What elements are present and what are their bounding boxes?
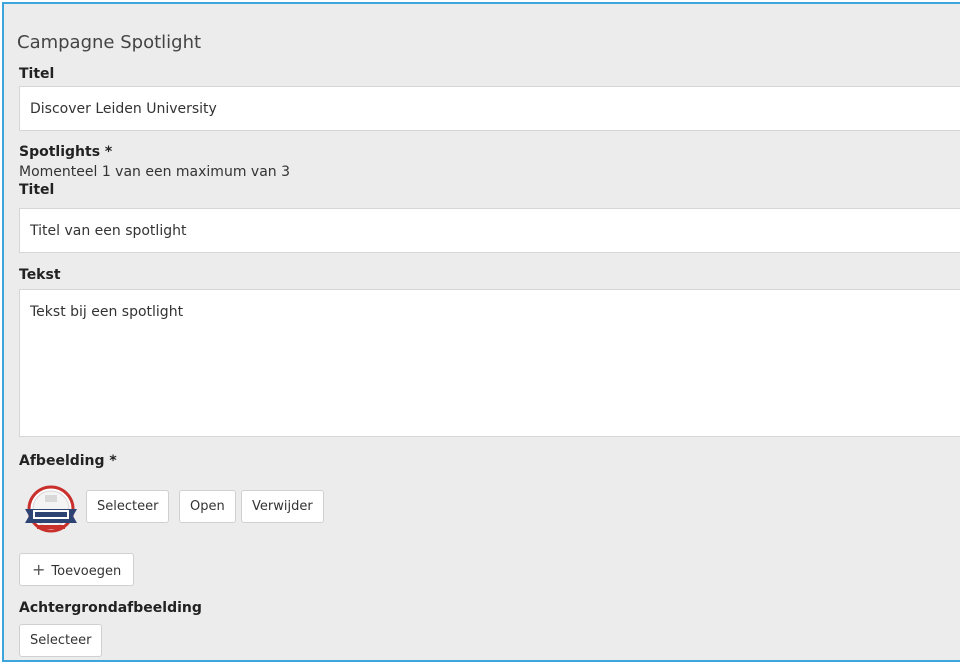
spotlight-text-label: Tekst bbox=[19, 267, 61, 283]
background-image-label: Achtergrondafbeelding bbox=[19, 600, 202, 616]
spotlight-text-textarea[interactable]: Tekst bij een spotlight bbox=[19, 289, 960, 437]
campaign-spotlight-panel: Campagne Spotlight Titel Discover Leiden… bbox=[2, 2, 960, 662]
plus-icon: + bbox=[32, 560, 46, 579]
section-title: Campagne Spotlight bbox=[17, 32, 202, 53]
image-remove-button[interactable]: Verwijder bbox=[241, 490, 324, 523]
add-spotlight-button[interactable]: + Toevoegen bbox=[19, 553, 135, 586]
spotlight-title-label: Titel bbox=[19, 182, 55, 198]
image-open-button[interactable]: Open bbox=[179, 490, 236, 523]
background-select-button[interactable]: Selecteer bbox=[19, 624, 103, 657]
spotlight-title-input[interactable]: Titel van een spotlight bbox=[19, 208, 960, 253]
add-spotlight-label: Toevoegen bbox=[51, 564, 122, 579]
spotlights-count-text: Momenteel 1 van een maximum van 3 bbox=[19, 164, 291, 180]
image-thumbnail bbox=[25, 485, 77, 533]
image-select-button[interactable]: Selecteer bbox=[86, 490, 170, 523]
spotlights-label: Spotlights * bbox=[19, 144, 113, 160]
image-label: Afbeelding * bbox=[19, 453, 117, 469]
title-label: Titel bbox=[19, 66, 55, 82]
title-input[interactable]: Discover Leiden University bbox=[19, 86, 960, 131]
